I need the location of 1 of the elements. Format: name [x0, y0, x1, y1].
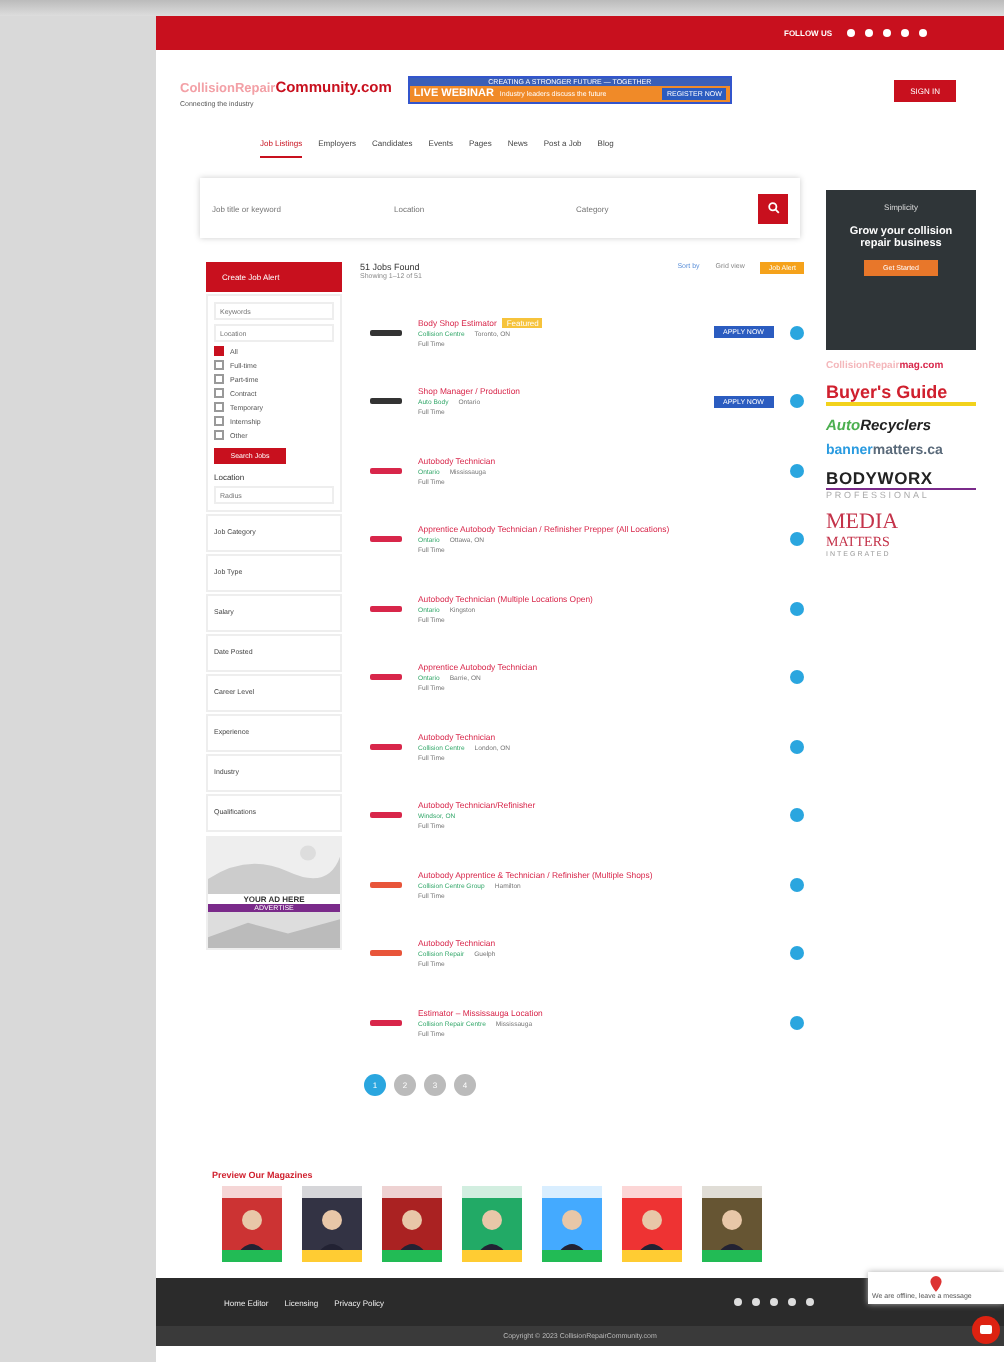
partner-logo[interactable]: Buyer's Guide	[826, 382, 976, 406]
